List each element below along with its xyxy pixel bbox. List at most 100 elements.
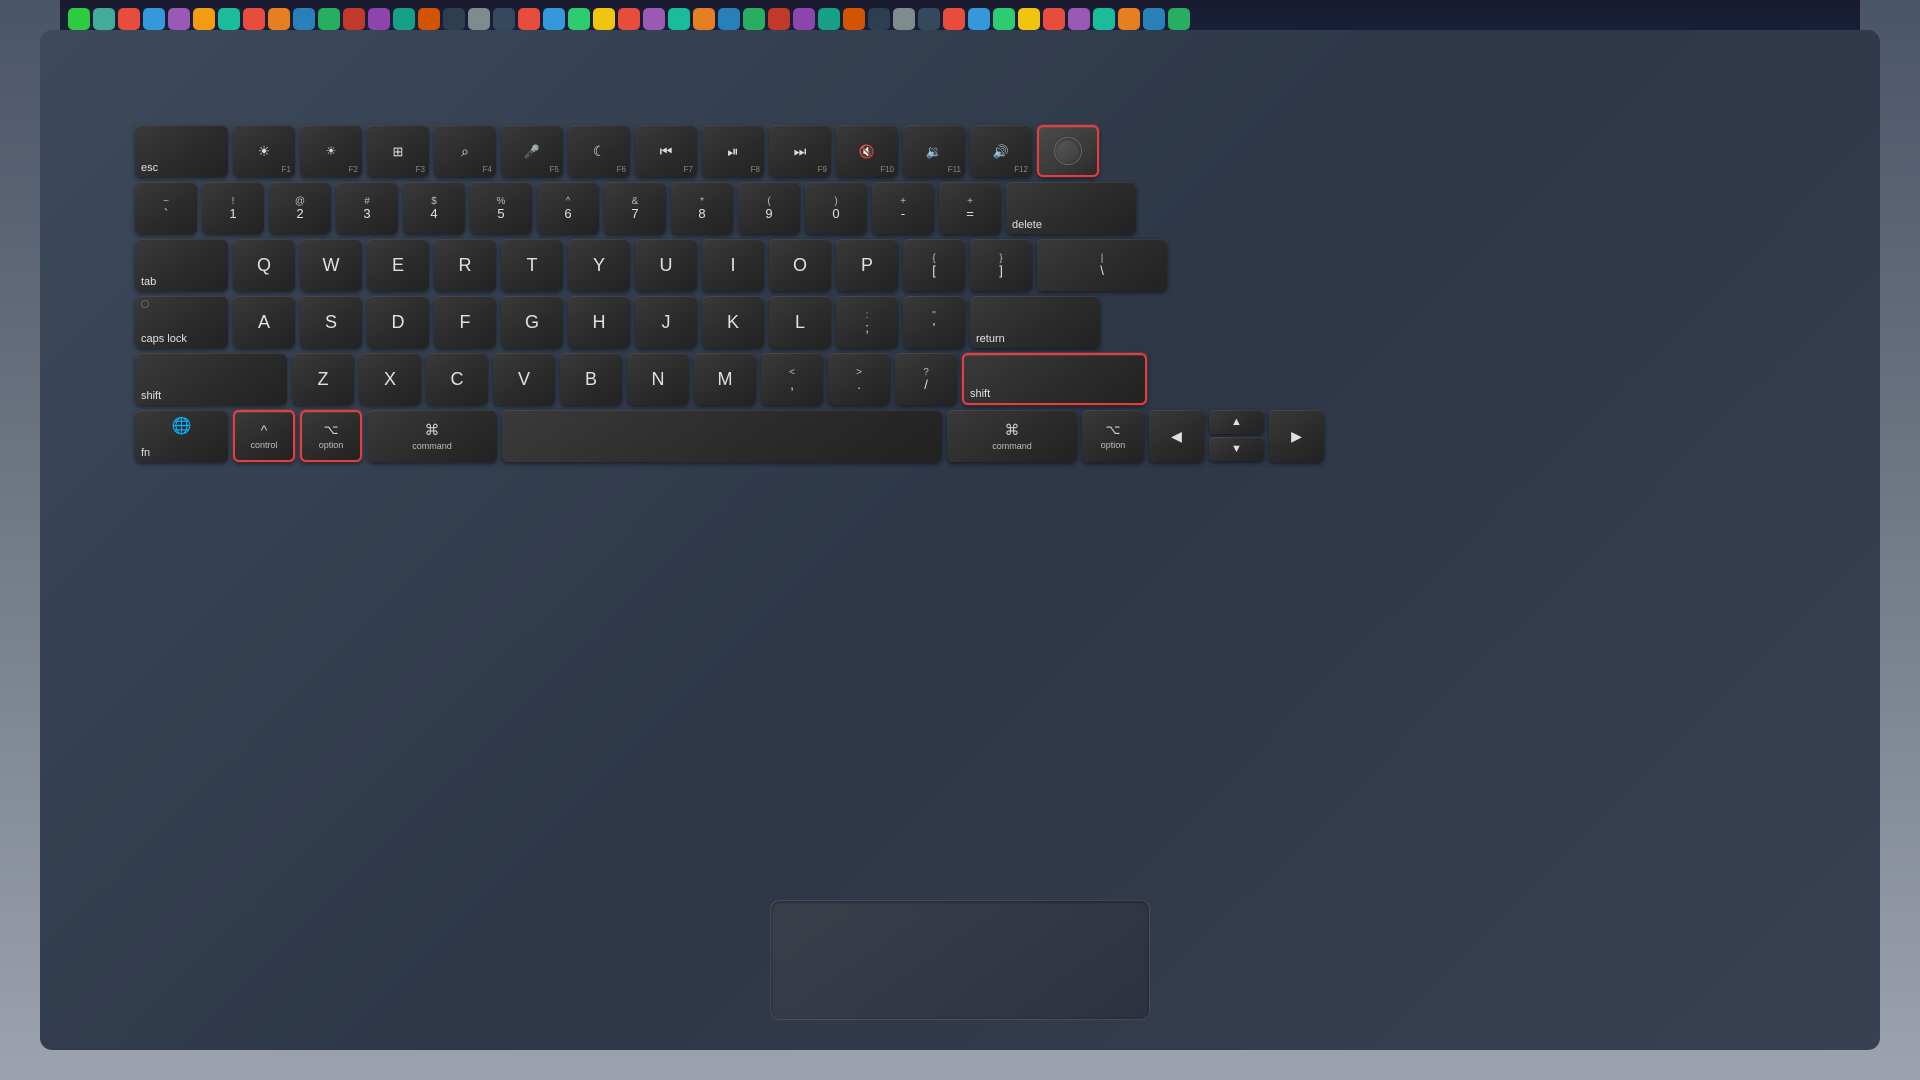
command-right-key[interactable]: ⌘ command: [947, 410, 1077, 462]
b-key[interactable]: B: [560, 353, 622, 405]
close-bracket-key[interactable]: } ]: [970, 239, 1032, 291]
backslash-key[interactable]: | \: [1037, 239, 1167, 291]
dock-icon: [593, 8, 615, 30]
arrow-up-key[interactable]: ▲: [1209, 410, 1264, 434]
7-key[interactable]: & 7: [604, 182, 666, 234]
minus-key[interactable]: + -: [872, 182, 934, 234]
n-key[interactable]: N: [627, 353, 689, 405]
2-key[interactable]: @ 2: [269, 182, 331, 234]
backtick-key[interactable]: ~ `: [135, 182, 197, 234]
3-key[interactable]: # 3: [336, 182, 398, 234]
f-key[interactable]: F: [434, 296, 496, 348]
dock-icon: [118, 8, 140, 30]
arrow-down-key[interactable]: ▼: [1209, 437, 1264, 461]
quote-key[interactable]: " ': [903, 296, 965, 348]
m-key[interactable]: M: [694, 353, 756, 405]
globe-icon: 🌐: [172, 416, 192, 436]
arrow-left-key[interactable]: ◀: [1149, 410, 1204, 462]
y-key[interactable]: Y: [568, 239, 630, 291]
dock-icon: [318, 8, 340, 30]
e-key[interactable]: E: [367, 239, 429, 291]
v-key[interactable]: V: [493, 353, 555, 405]
f6-key[interactable]: ☾ F6: [568, 125, 630, 177]
number-row: ~ ` ! 1 @ 2 # 3 $ 4: [135, 182, 1785, 234]
f7-key[interactable]: ⏮ F7: [635, 125, 697, 177]
q-key[interactable]: Q: [233, 239, 295, 291]
dock-icon: [768, 8, 790, 30]
u-key[interactable]: U: [635, 239, 697, 291]
8-key[interactable]: * 8: [671, 182, 733, 234]
space-key[interactable]: [502, 410, 942, 462]
6-key[interactable]: ^ 6: [537, 182, 599, 234]
1-key[interactable]: ! 1: [202, 182, 264, 234]
dock-icon: [268, 8, 290, 30]
f3-key[interactable]: ⊞ F3: [367, 125, 429, 177]
t-key[interactable]: T: [501, 239, 563, 291]
qwerty-row: tab Q W E R T Y: [135, 239, 1785, 291]
trackpad[interactable]: [770, 900, 1150, 1020]
tab-key[interactable]: tab: [135, 239, 228, 291]
s-key[interactable]: S: [300, 296, 362, 348]
semicolon-key[interactable]: : ;: [836, 296, 898, 348]
home-row: caps lock A S D F G H: [135, 296, 1785, 348]
f11-key[interactable]: 🔉 F11: [903, 125, 965, 177]
r-key[interactable]: R: [434, 239, 496, 291]
dock-icon: [418, 8, 440, 30]
9-key[interactable]: ( 9: [738, 182, 800, 234]
a-key[interactable]: A: [233, 296, 295, 348]
f5-key[interactable]: 🎤 F5: [501, 125, 563, 177]
x-key[interactable]: X: [359, 353, 421, 405]
laptop-container: esc ☀ F1 ☀ F2 ⊞ F3 ⌕ F4: [0, 0, 1920, 1080]
dock-icon: [443, 8, 465, 30]
f9-key[interactable]: ⏭ F9: [769, 125, 831, 177]
z-key[interactable]: Z: [292, 353, 354, 405]
c-key[interactable]: C: [426, 353, 488, 405]
comma-key[interactable]: < ,: [761, 353, 823, 405]
h-key[interactable]: H: [568, 296, 630, 348]
caps-lock-key[interactable]: caps lock: [135, 296, 228, 348]
dock-icon: [518, 8, 540, 30]
f12-key[interactable]: 🔊 F12: [970, 125, 1032, 177]
i-key[interactable]: I: [702, 239, 764, 291]
dock-icon: [693, 8, 715, 30]
dock-icon: [243, 8, 265, 30]
period-key[interactable]: > .: [828, 353, 890, 405]
g-key[interactable]: G: [501, 296, 563, 348]
dock-icon: [618, 8, 640, 30]
slash-key[interactable]: ? /: [895, 353, 957, 405]
f8-key[interactable]: ⏯ F8: [702, 125, 764, 177]
option-left-key[interactable]: ⌥ option: [300, 410, 362, 462]
p-key[interactable]: P: [836, 239, 898, 291]
f10-key[interactable]: 🔇 F10: [836, 125, 898, 177]
arrow-right-key[interactable]: ▶: [1269, 410, 1324, 462]
j-key[interactable]: J: [635, 296, 697, 348]
w-key[interactable]: W: [300, 239, 362, 291]
f4-key[interactable]: ⌕ F4: [434, 125, 496, 177]
fn-key[interactable]: 🌐 fn: [135, 410, 228, 462]
shift-right-key[interactable]: shift: [962, 353, 1147, 405]
dock-icon: [1168, 8, 1190, 30]
f1-key[interactable]: ☀ F1: [233, 125, 295, 177]
k-key[interactable]: K: [702, 296, 764, 348]
equals-key[interactable]: + =: [939, 182, 1001, 234]
power-button[interactable]: [1037, 125, 1099, 177]
0-key[interactable]: ) 0: [805, 182, 867, 234]
option-right-key[interactable]: ⌥ option: [1082, 410, 1144, 462]
l-key[interactable]: L: [769, 296, 831, 348]
dock-icon: [793, 8, 815, 30]
f2-key[interactable]: ☀ F2: [300, 125, 362, 177]
return-key[interactable]: return: [970, 296, 1100, 348]
dock-icon: [818, 8, 840, 30]
d-key[interactable]: D: [367, 296, 429, 348]
dock-icon: [193, 8, 215, 30]
dock-icon: [168, 8, 190, 30]
5-key[interactable]: % 5: [470, 182, 532, 234]
o-key[interactable]: O: [769, 239, 831, 291]
delete-key[interactable]: delete: [1006, 182, 1136, 234]
control-key[interactable]: ^ control: [233, 410, 295, 462]
esc-key[interactable]: esc: [135, 125, 228, 177]
4-key[interactable]: $ 4: [403, 182, 465, 234]
open-bracket-key[interactable]: { [: [903, 239, 965, 291]
command-left-key[interactable]: ⌘ command: [367, 410, 497, 462]
shift-left-key[interactable]: shift: [135, 353, 287, 405]
